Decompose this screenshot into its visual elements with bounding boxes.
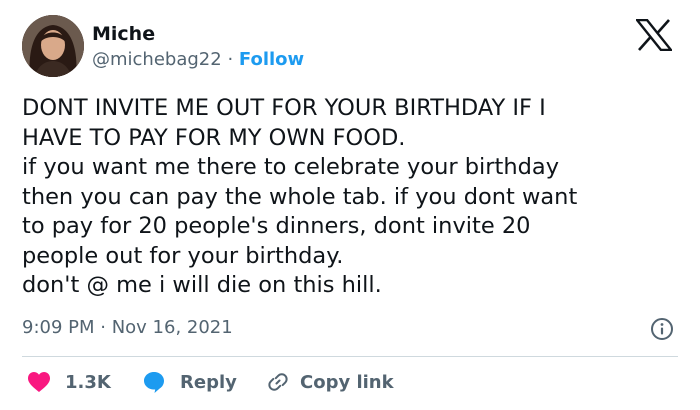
avatar[interactable] <box>22 15 84 77</box>
like-button[interactable]: 1.3K <box>27 368 111 396</box>
reply-bubble-icon <box>144 372 164 393</box>
x-logo-icon[interactable] <box>634 18 674 52</box>
tweet-card: Miche @michebag22 · Follow DONT INVITE M… <box>0 0 700 410</box>
author-display-name[interactable]: Miche <box>92 23 155 45</box>
tweet-line: don't @ me i will die on this hill. <box>22 272 382 298</box>
author-handle-line: @michebag22 · Follow <box>92 49 304 71</box>
tweet-line: then you can pay the whole tab. if you d… <box>22 183 578 210</box>
copy-link-label: Copy link <box>300 371 394 393</box>
heart-icon <box>28 372 50 392</box>
handle-separator: · <box>227 49 234 70</box>
like-count: 1.3K <box>65 371 111 393</box>
divider <box>22 356 678 357</box>
follow-button[interactable]: Follow <box>239 49 304 70</box>
reply-label: Reply <box>180 371 237 393</box>
tweet-line: to pay for 20 people's dinners, dont inv… <box>22 213 531 239</box>
tweet-text: DONT INVITE ME OUT FOR YOUR BIRTHDAY IF … <box>22 94 682 301</box>
tweet-line: DONT INVITE ME OUT FOR YOUR BIRTHDAY IF … <box>22 95 546 121</box>
tweet-line: HAVE TO PAY FOR MY OWN FOOD. <box>22 124 406 151</box>
author-handle[interactable]: @michebag22 <box>92 49 222 70</box>
tweet-line: if you want me there to celebrate your b… <box>22 154 560 180</box>
info-icon[interactable] <box>650 317 674 341</box>
tweet-timestamp[interactable]: 9:09 PM · Nov 16, 2021 <box>22 317 233 339</box>
copy-link-button[interactable]: Copy link <box>266 368 394 396</box>
reply-button[interactable]: Reply <box>142 368 237 396</box>
link-icon <box>268 373 288 391</box>
tweet-line: people out for your birthday. <box>22 242 344 269</box>
